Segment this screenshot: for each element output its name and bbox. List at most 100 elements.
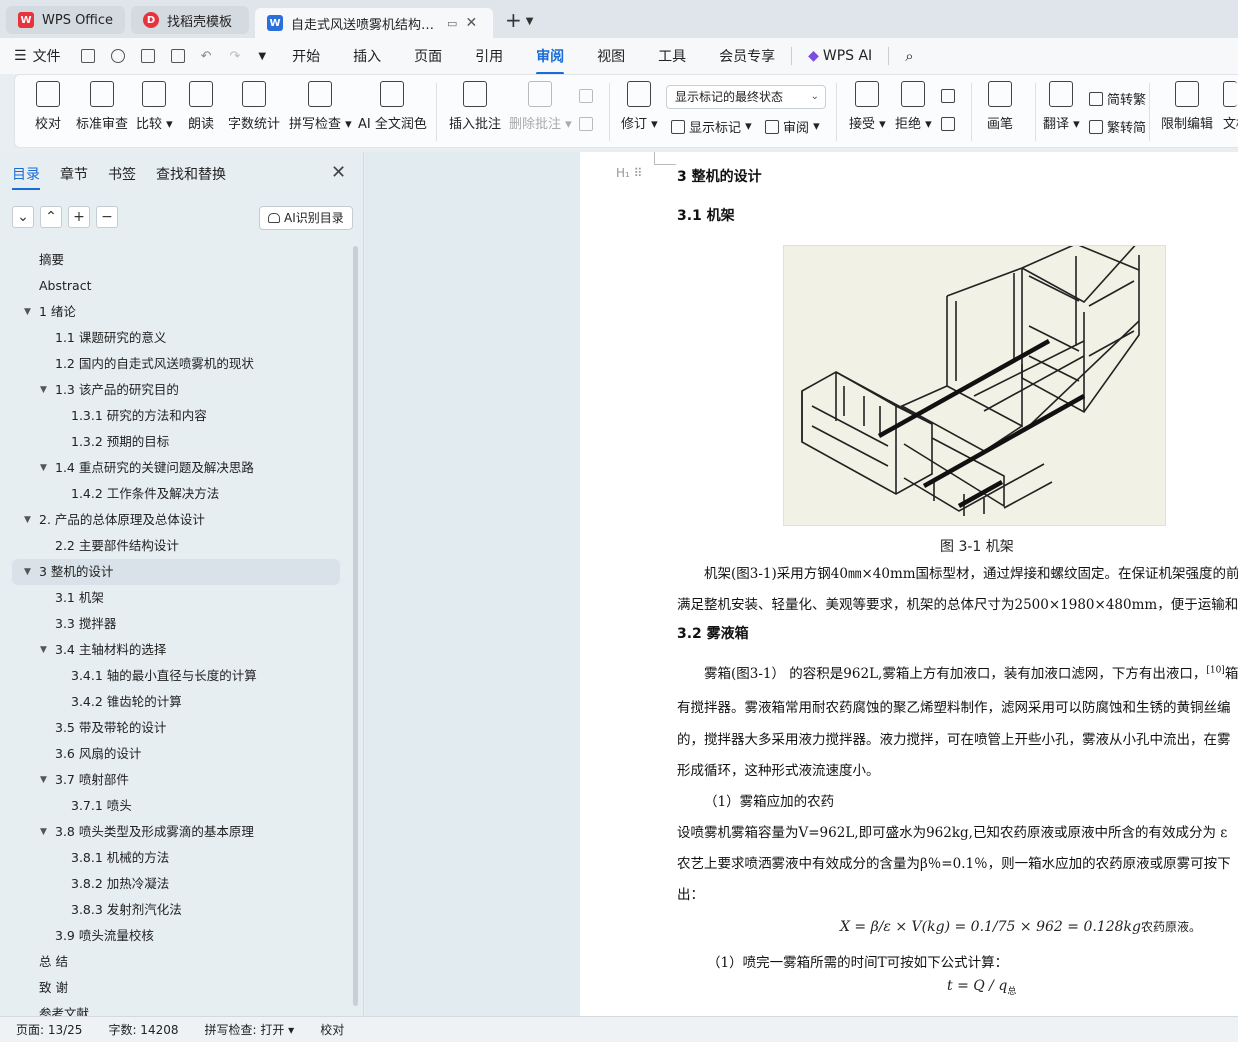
accept-button[interactable]: 接受 ▾ bbox=[849, 81, 886, 132]
read-aloud-button[interactable]: 朗读 bbox=[188, 81, 214, 132]
expand-arrow-icon[interactable]: ▼ bbox=[40, 377, 47, 403]
close-icon[interactable]: ✕ bbox=[465, 15, 477, 31]
toc-item[interactable]: ▼ 3.8 喷头类型及形成雾滴的基本原理 bbox=[0, 819, 352, 845]
tab-document[interactable]: W 自走式风送喷雾机结构设计 论 ▭ ✕ bbox=[255, 8, 494, 38]
menu-references[interactable]: 引用 bbox=[475, 46, 503, 66]
word-count-button[interactable]: 字数统计 bbox=[228, 81, 280, 132]
toc-item[interactable]: ▼ 3.4 主轴材料的选择 bbox=[0, 637, 352, 663]
menu-insert[interactable]: 插入 bbox=[353, 46, 381, 66]
print-icon[interactable] bbox=[140, 49, 155, 63]
ai-polish-button[interactable]: AI 全文润色 bbox=[358, 81, 427, 132]
reject-button[interactable]: 拒绝 ▾ bbox=[895, 81, 932, 132]
new-tab-icon[interactable]: + bbox=[505, 8, 522, 32]
next-comment-icon[interactable] bbox=[579, 117, 597, 131]
toc-item[interactable]: 总 结 bbox=[0, 949, 352, 975]
undo-icon[interactable]: ↶ bbox=[201, 49, 212, 64]
tab-sections[interactable]: 章节 bbox=[60, 164, 88, 184]
expand-icon[interactable]: ⌄ bbox=[12, 206, 34, 228]
expand-arrow-icon[interactable]: ▼ bbox=[40, 819, 47, 845]
spell-check-button[interactable]: 拼写检查 ▾ bbox=[289, 81, 352, 132]
tab-wps-office[interactable]: W WPS Office bbox=[6, 6, 126, 34]
previous-comment-icon[interactable] bbox=[579, 89, 597, 103]
remove-icon[interactable]: − bbox=[96, 206, 118, 228]
monitor-icon[interactable]: ▭ bbox=[447, 17, 457, 30]
document-button[interactable]: 文档 bbox=[1223, 81, 1238, 132]
proofread-button[interactable]: 校对 bbox=[35, 81, 61, 132]
menu-view[interactable]: 视图 bbox=[597, 46, 625, 66]
menu-file[interactable]: 文件 bbox=[33, 46, 61, 66]
citation-ref[interactable]: [10] bbox=[1206, 666, 1224, 676]
word-count-indicator[interactable]: 字数: 14208 bbox=[108, 1021, 178, 1038]
toc-item[interactable]: 1.1 课题研究的意义 bbox=[0, 325, 352, 351]
markup-display-select[interactable]: 显示标记的最终状态 ⌄ bbox=[666, 85, 826, 109]
add-icon[interactable]: + bbox=[68, 206, 90, 228]
tab-toc[interactable]: 目录 bbox=[12, 164, 40, 190]
tab-bookmarks[interactable]: 书签 bbox=[108, 164, 136, 184]
tab-templates[interactable]: D 找稻壳模板 bbox=[131, 6, 250, 34]
pen-button[interactable]: 画笔 bbox=[987, 81, 1013, 132]
search-icon[interactable]: ⌕ bbox=[905, 47, 913, 65]
toc-item[interactable]: 2.2 主要部件结构设计 bbox=[0, 533, 352, 559]
expand-arrow-icon[interactable]: ▼ bbox=[40, 637, 47, 663]
menu-membership[interactable]: 会员专享 bbox=[719, 46, 775, 66]
next-change-icon[interactable] bbox=[941, 117, 959, 131]
toc-item[interactable]: 1.2 国内的自走式风送喷雾机的现状 bbox=[0, 351, 352, 377]
toc-item[interactable]: ▼ 1.3 该产品的研究目的 bbox=[0, 377, 352, 403]
toc-item[interactable]: 3.9 喷头流量校核 bbox=[0, 923, 352, 949]
redo-icon[interactable]: ↷ bbox=[229, 49, 240, 64]
page-indicator[interactable]: 页面: 13/25 bbox=[16, 1021, 82, 1038]
trad-to-simp-button[interactable]: 繁转简 bbox=[1089, 117, 1146, 136]
restrict-editing-button[interactable]: 限制编辑 bbox=[1161, 81, 1213, 132]
standard-review-button[interactable]: 标准审查 bbox=[76, 81, 128, 132]
toc-item[interactable]: 3.8.1 机械的方法 bbox=[0, 845, 352, 871]
track-changes-button[interactable]: 修订 ▾ bbox=[621, 81, 658, 132]
expand-arrow-icon[interactable]: ▼ bbox=[40, 767, 47, 793]
toc-item[interactable]: ▼ 3.7 喷射部件 bbox=[0, 767, 352, 793]
chevron-down-icon[interactable]: ▼ bbox=[258, 51, 266, 62]
toc-item[interactable]: 1.3.1 研究的方法和内容 bbox=[0, 403, 352, 429]
menu-page[interactable]: 页面 bbox=[414, 46, 442, 66]
compare-button[interactable]: 比较 ▾ bbox=[136, 81, 173, 132]
show-markup-button[interactable]: 显示标记 ▾ bbox=[671, 117, 752, 136]
collapse-icon[interactable]: ⌃ bbox=[40, 206, 62, 228]
expand-arrow-icon[interactable]: ▼ bbox=[24, 507, 31, 533]
spell-check-indicator[interactable]: 拼写检查: 打开 ▾ bbox=[205, 1021, 295, 1038]
heading-handle-icon[interactable]: H₁ ⠿ bbox=[616, 166, 642, 180]
menu-review[interactable]: 审阅 bbox=[536, 46, 565, 75]
delete-comment-button[interactable]: 删除批注 ▾ bbox=[509, 81, 572, 132]
toc-item[interactable]: 3.3 搅拌器 bbox=[0, 611, 352, 637]
hamburger-icon[interactable]: ☰ bbox=[14, 48, 27, 64]
translate-button[interactable]: 翻译 ▾ bbox=[1043, 81, 1080, 132]
expand-arrow-icon[interactable]: ▼ bbox=[40, 455, 47, 481]
toc-item[interactable]: Abstract bbox=[0, 273, 352, 299]
toc-scrollbar[interactable] bbox=[353, 246, 358, 1006]
expand-arrow-icon[interactable]: ▼ bbox=[24, 299, 31, 325]
review-pane-button[interactable]: 审阅 ▾ bbox=[765, 117, 820, 136]
toc-item[interactable]: 3.7.1 喷头 bbox=[0, 793, 352, 819]
menu-home[interactable]: 开始 bbox=[292, 46, 320, 66]
format-painter-icon[interactable] bbox=[110, 49, 125, 63]
expand-arrow-icon[interactable]: ▼ bbox=[24, 559, 31, 585]
toc-item[interactable]: ▼ 1.4 重点研究的关键问题及解决思路 bbox=[0, 455, 352, 481]
print-preview-icon[interactable] bbox=[170, 49, 185, 63]
toc-item[interactable]: 3.4.1 轴的最小直径与长度的计算 bbox=[0, 663, 352, 689]
chevron-down-icon[interactable]: ▼ bbox=[526, 16, 534, 27]
tab-find-replace[interactable]: 查找和替换 bbox=[156, 164, 226, 184]
simp-to-trad-button[interactable]: 简转繁 bbox=[1089, 89, 1146, 108]
toc-item[interactable]: 3.8.2 加热冷凝法 bbox=[0, 871, 352, 897]
ai-recognize-toc-button[interactable]: AI识别目录 bbox=[259, 206, 353, 230]
toc-item[interactable]: 致 谢 bbox=[0, 975, 352, 1001]
close-icon[interactable]: ✕ bbox=[331, 162, 346, 183]
toc-item[interactable]: 3.8.3 发射剂汽化法 bbox=[0, 897, 352, 923]
menu-tools[interactable]: 工具 bbox=[658, 46, 686, 66]
menu-wps-ai[interactable]: ◆ WPS AI bbox=[808, 48, 872, 64]
toc-item[interactable]: 3.6 风扇的设计 bbox=[0, 741, 352, 767]
previous-change-icon[interactable] bbox=[941, 89, 959, 103]
toc-item[interactable]: ▼ 2. 产品的总体原理及总体设计 bbox=[0, 507, 352, 533]
save-icon[interactable] bbox=[80, 49, 95, 63]
toc-item[interactable]: 3.5 带及带轮的设计 bbox=[0, 715, 352, 741]
toc-item[interactable]: ▼ 1 绪论 bbox=[0, 299, 352, 325]
toc-item[interactable]: 1.3.2 预期的目标 bbox=[0, 429, 352, 455]
toc-item[interactable]: 摘要 bbox=[0, 247, 352, 273]
toc-item[interactable]: ▼ 3 整机的设计 bbox=[12, 559, 340, 585]
